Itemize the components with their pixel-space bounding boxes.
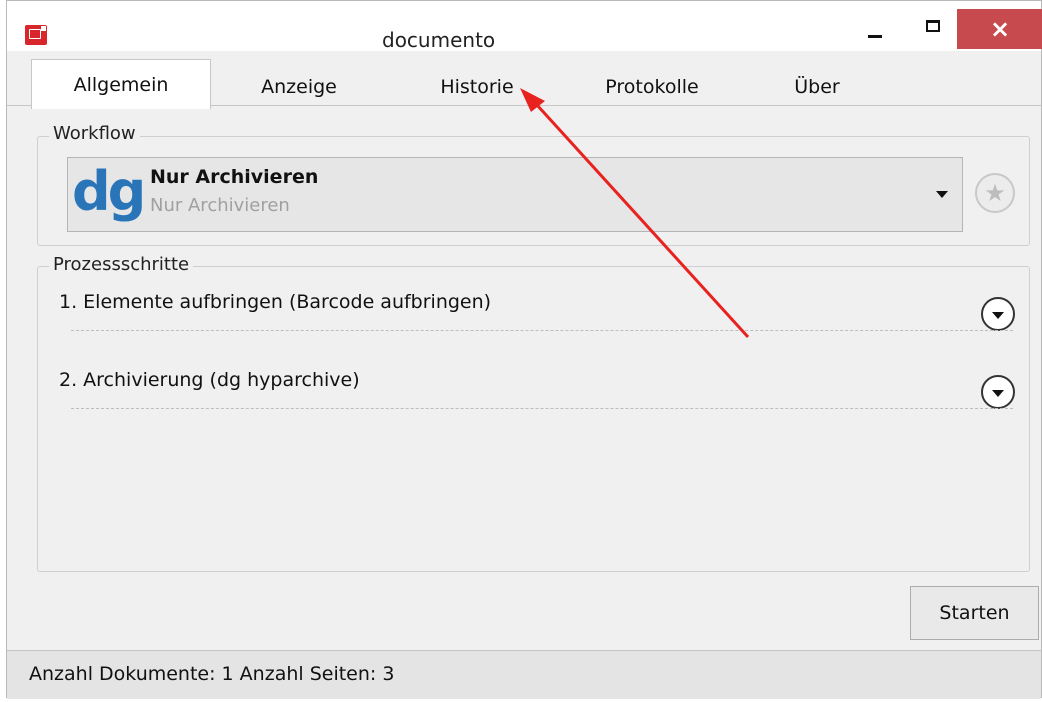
process-step-label: 1. Elemente aufbringen (Barcode aufbring… (59, 291, 492, 313)
process-step-row: 1. Elemente aufbringen (Barcode aufbring… (59, 291, 1015, 341)
minimize-icon (868, 34, 882, 38)
chevron-down-icon (992, 311, 1004, 319)
application-window: documento × Allgemein Anzeige Historie P… (6, 0, 1042, 699)
workflow-selected-title: Nur Archivieren (150, 166, 319, 188)
tab-anzeige[interactable]: Anzeige (229, 67, 369, 107)
status-text: Anzahl Dokumente: 1 Anzahl Seiten: 3 (29, 663, 395, 685)
start-button[interactable]: Starten (910, 586, 1039, 640)
chevron-down-icon (992, 389, 1004, 397)
status-bar: Anzahl Dokumente: 1 Anzahl Seiten: 3 (7, 650, 1041, 699)
maximize-icon (926, 20, 940, 32)
workflow-selected-subtitle: Nur Archivieren (150, 195, 290, 216)
tab-allgemein[interactable]: Allgemein (31, 59, 211, 109)
dg-logo: dg (72, 160, 146, 223)
maximize-button[interactable] (905, 9, 961, 51)
tab-protokolle[interactable]: Protokolle (577, 67, 727, 107)
workflow-group-label: Workflow (49, 123, 140, 144)
workflow-dropdown[interactable]: dg Nur Archivieren Nur Archivieren (67, 157, 963, 232)
app-icon-corner (41, 26, 46, 31)
chevron-down-icon (936, 191, 948, 198)
step-divider (71, 408, 1013, 409)
expand-step-button[interactable] (981, 297, 1015, 331)
tab-bar: Allgemein Anzeige Historie Protokolle Üb… (7, 59, 1041, 109)
dg-logo-text: dg (72, 160, 146, 223)
app-icon-frame (29, 29, 41, 39)
title-bar[interactable]: documento × (7, 1, 1042, 52)
tab-historie[interactable]: Historie (407, 67, 547, 107)
step-divider (71, 330, 1013, 331)
window-title: documento (382, 28, 496, 52)
process-steps-group-label: Prozessschritte (49, 254, 194, 275)
favorite-button[interactable]: ★ (975, 173, 1015, 213)
app-icon[interactable] (25, 25, 47, 45)
close-button[interactable]: × (957, 9, 1042, 49)
star-icon: ★ (984, 179, 1006, 207)
process-step-label: 2. Archivierung (dg hyparchive) (59, 369, 360, 391)
expand-step-button[interactable] (981, 375, 1015, 409)
tab-ueber[interactable]: Über (767, 67, 867, 107)
minimize-button[interactable] (845, 9, 905, 51)
process-step-row: 2. Archivierung (dg hyparchive) (59, 369, 1015, 419)
